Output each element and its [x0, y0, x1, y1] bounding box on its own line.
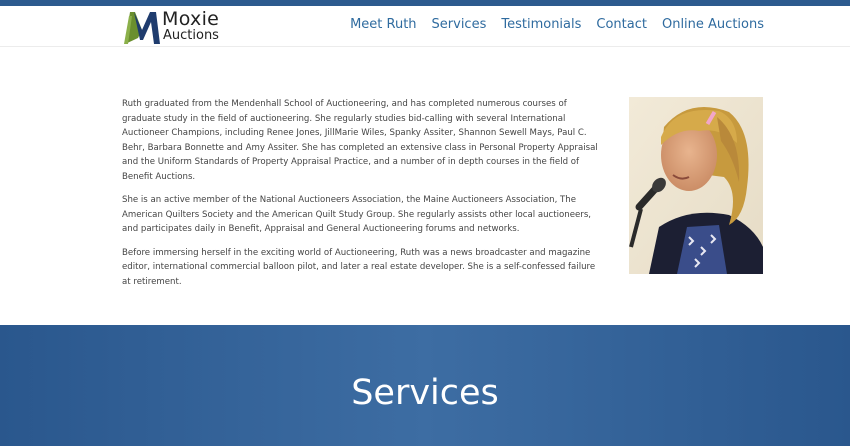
moxie-m-logo-icon — [124, 12, 160, 44]
portrait-image — [629, 97, 763, 274]
bio-paragraph-memberships: She is an active member of the National … — [122, 195, 592, 234]
main-nav: Meet Ruth Services Testimonials Contact … — [335, 17, 764, 33]
bio-paragraph-background: Before immersing herself in the exciting… — [122, 247, 596, 287]
services-section: Services — [0, 325, 850, 446]
nav-contact[interactable]: Contact — [596, 17, 647, 33]
logo[interactable]: Moxie Auctions — [122, 8, 222, 46]
nav-meet-ruth[interactable]: Meet Ruth — [350, 17, 416, 33]
logo-text-auctions: Auctions — [163, 28, 219, 43]
services-heading: Services — [351, 373, 499, 413]
bio-section: Ruth graduated from the Mendenhall Schoo… — [122, 97, 600, 298]
nav-online-auctions[interactable]: Online Auctions — [662, 17, 764, 33]
bio-paragraph-education: Ruth graduated from the Mendenhall Schoo… — [122, 99, 598, 182]
nav-services[interactable]: Services — [432, 17, 487, 33]
site-header: Moxie Auctions Meet Ruth Services Testim… — [0, 6, 850, 47]
nav-testimonials[interactable]: Testimonials — [501, 17, 581, 33]
logo-text-moxie: Moxie — [162, 8, 220, 30]
ruth-portrait-photo — [629, 97, 763, 274]
